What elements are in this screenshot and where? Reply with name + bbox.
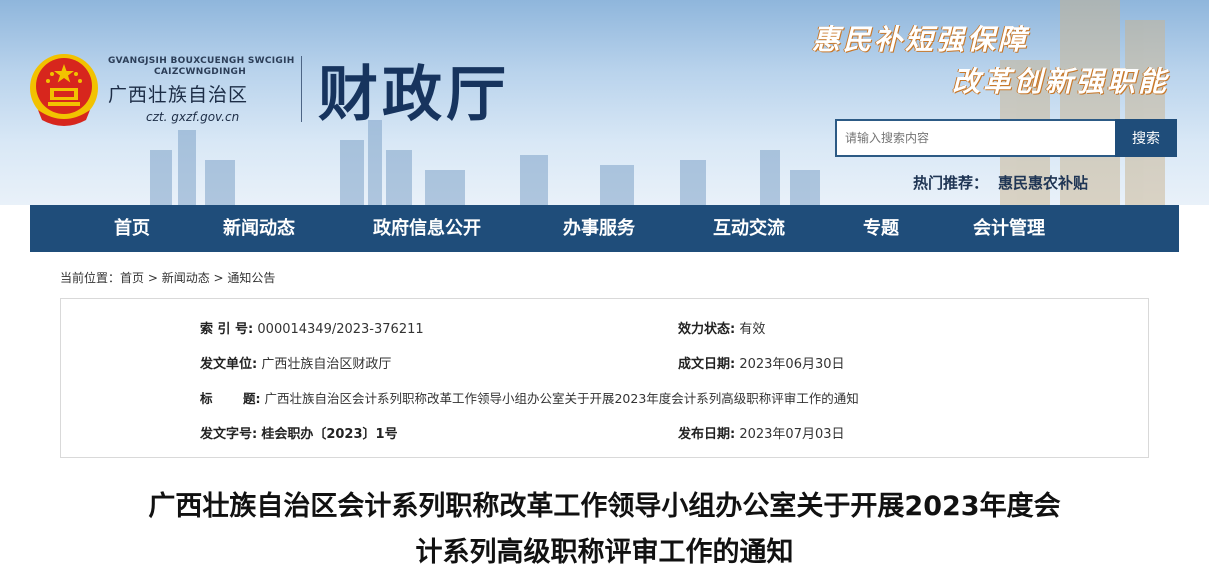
header-divider	[301, 56, 302, 122]
site-url: czt. gxzf.gov.cn	[146, 110, 240, 124]
meta-status-value: 有效	[739, 322, 766, 337]
meta-publish-date: 发布日期: 2023年07月03日	[678, 423, 845, 442]
meta-doc-label: 发文字号:	[200, 427, 258, 442]
meta-publish-value: 2023年07月03日	[739, 427, 845, 442]
nav-item-services[interactable]: 办事服务	[563, 205, 635, 252]
meta-title-value: 广西壮族自治区会计系列职称改革工作领导小组办公室关于开展2023年度会计系列高级…	[264, 391, 859, 406]
meta-status-label: 效力状态:	[678, 322, 736, 337]
meta-unit: 发文单位: 广西壮族自治区财政厅	[200, 353, 391, 372]
nav-item-topics[interactable]: 专题	[863, 205, 899, 252]
article-title-line2: 计系列高级职称评审工作的通知	[415, 537, 794, 568]
region-name-zhuang-line1: GVANGJSIH BOUXCUENGH SWCIGIH	[108, 56, 295, 66]
hot-recommend-link[interactable]: 惠民惠农补贴	[998, 172, 1088, 193]
national-emblem-icon	[30, 54, 98, 126]
nav-item-news[interactable]: 新闻动态	[223, 205, 295, 252]
meta-unit-label: 发文单位:	[200, 357, 258, 372]
meta-created-value: 2023年06月30日	[739, 357, 845, 372]
article-title-line1: 广西壮族自治区会计系列职称改革工作领导小组办公室关于开展2023年度会	[148, 491, 1061, 522]
nav-item-gov-info[interactable]: 政府信息公开	[373, 205, 481, 252]
breadcrumb-news[interactable]: 新闻动态	[162, 271, 210, 285]
breadcrumb-separator: >	[144, 271, 162, 285]
article-title: 广西壮族自治区会计系列职称改革工作领导小组办公室关于开展2023年度会 计系列高…	[30, 484, 1179, 576]
main-nav: 首页 新闻动态 政府信息公开 办事服务 互动交流 专题 会计管理	[30, 205, 1179, 252]
meta-index-value: 000014349/2023-376211	[257, 322, 424, 337]
nav-item-interaction[interactable]: 互动交流	[713, 205, 785, 252]
breadcrumb-current[interactable]: 通知公告	[227, 271, 275, 285]
meta-status: 效力状态: 有效	[678, 318, 765, 337]
nav-item-home[interactable]: 首页	[114, 205, 150, 252]
meta-index-label: 索 引 号:	[200, 322, 254, 337]
search-button[interactable]: 搜索	[1115, 119, 1177, 157]
header-banner: GVANGJSIH BOUXCUENGH SWCIGIH CAIZCWNGDIN…	[0, 0, 1209, 205]
department-title: 财政厅	[318, 60, 510, 130]
slogan-line1: 惠民补短强保障	[812, 23, 1030, 56]
document-meta-box: 索 引 号: 000014349/2023-376211 效力状态: 有效 发文…	[60, 298, 1149, 458]
meta-created-label: 成文日期:	[678, 357, 736, 372]
nav-item-accounting[interactable]: 会计管理	[973, 205, 1045, 252]
search-input[interactable]	[835, 119, 1115, 157]
breadcrumb-separator: >	[209, 271, 228, 285]
meta-publish-label: 发布日期:	[678, 427, 736, 442]
meta-unit-value: 广西壮族自治区财政厅	[261, 357, 392, 372]
meta-doc-number: 发文字号: 桂会职办〔2023〕1号	[200, 423, 398, 442]
region-name-zhuang-line2: CAIZCWNGDINGH	[154, 67, 247, 77]
meta-doc-value: 桂会职办〔2023〕1号	[261, 427, 398, 442]
hot-recommend-label: 热门推荐：	[913, 174, 989, 192]
breadcrumb-prefix: 当前位置：	[60, 271, 121, 285]
breadcrumb-home[interactable]: 首页	[120, 271, 144, 285]
breadcrumb: 当前位置：首页 > 新闻动态 > 通知公告	[60, 269, 275, 286]
meta-title: 标 题: 广西壮族自治区会计系列职称改革工作领导小组办公室关于开展2023年度会…	[200, 388, 859, 407]
region-name: 广西壮族自治区	[108, 84, 249, 106]
meta-title-label: 标 题:	[200, 391, 261, 406]
slogan-line2: 改革创新强职能	[952, 65, 1170, 98]
meta-index: 索 引 号: 000014349/2023-376211	[200, 318, 424, 337]
meta-created-date: 成文日期: 2023年06月30日	[678, 353, 845, 372]
